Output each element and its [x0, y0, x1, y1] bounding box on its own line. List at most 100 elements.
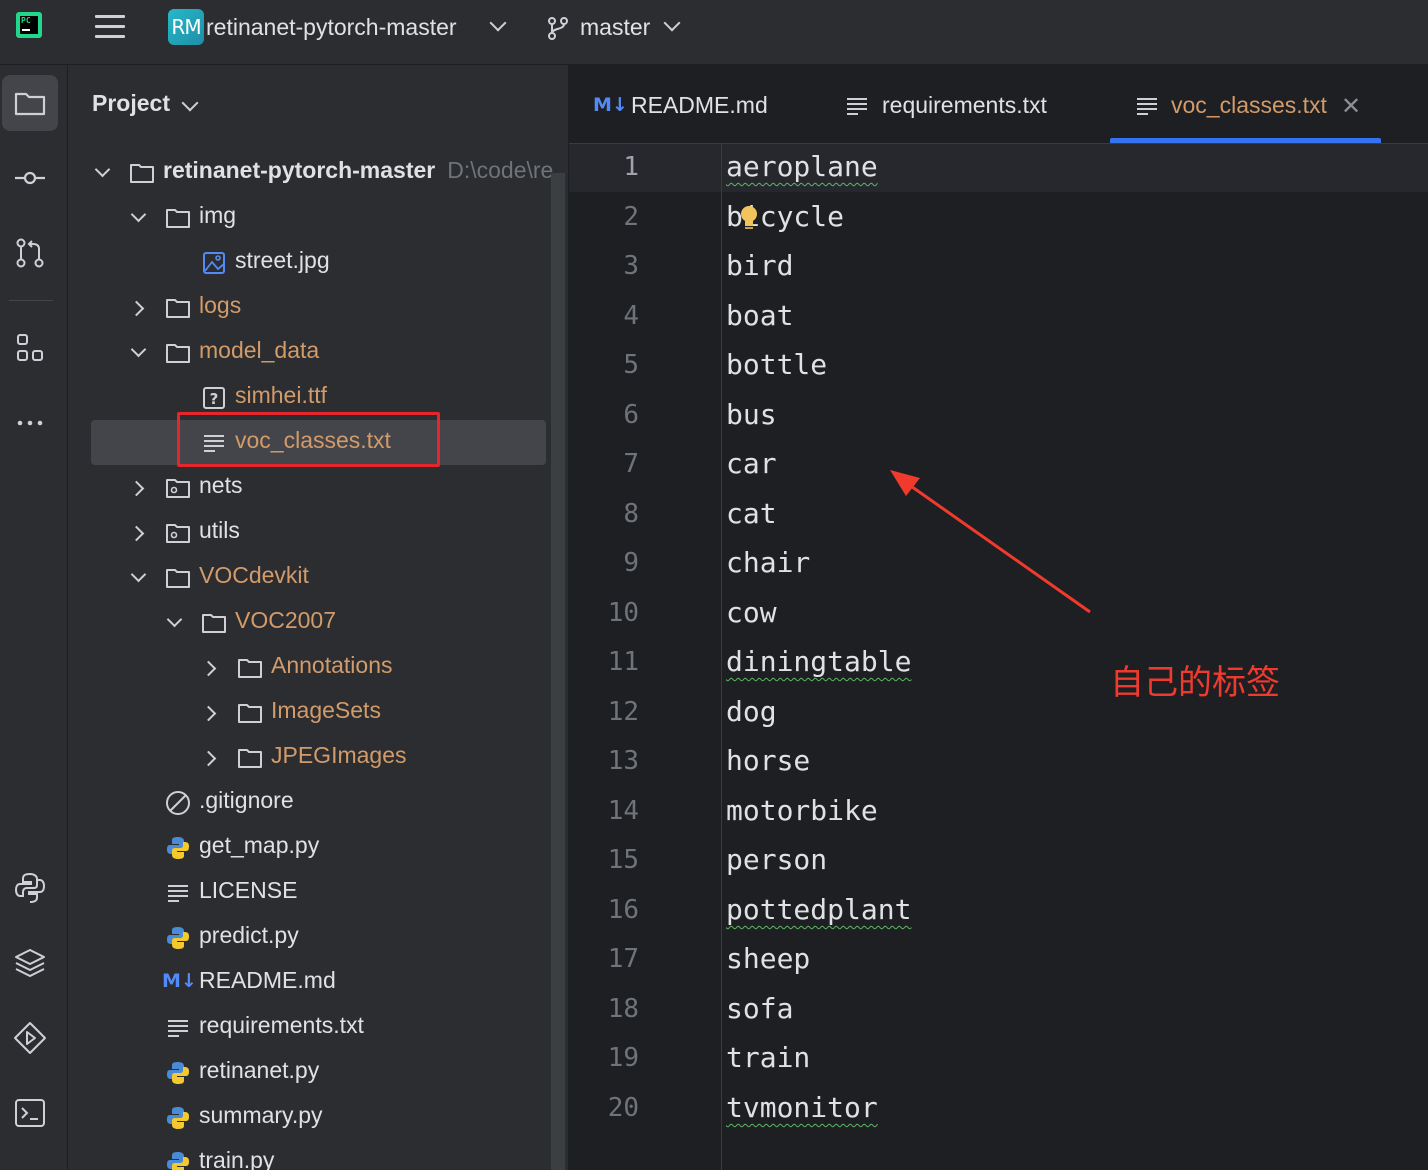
tree-item-label: get_map.py — [199, 832, 320, 858]
code-line: bus — [726, 398, 777, 431]
folder-icon — [238, 659, 262, 678]
tree-item-nets[interactable]: nets — [68, 465, 546, 510]
tab-voc-classes[interactable]: voc_classes.txt ✕ — [1110, 65, 1381, 143]
project-tool-button[interactable] — [2, 75, 58, 131]
tree-item-train-py[interactable]: train.py — [68, 1140, 546, 1170]
expand-toggle[interactable] — [200, 747, 222, 769]
close-icon[interactable]: ✕ — [1341, 92, 1361, 121]
chevron-down-icon[interactable] — [489, 14, 507, 32]
tree-item-imagesets[interactable]: ImageSets — [68, 690, 546, 735]
panel-title[interactable]: Project — [92, 90, 170, 117]
python-console-tool-button[interactable] — [2, 860, 58, 916]
structure-icon — [17, 334, 43, 361]
project-name-dropdown[interactable]: retinanet-pytorch-master — [206, 14, 457, 41]
expand-toggle[interactable] — [128, 342, 150, 364]
tree-item-label: .gitignore — [199, 787, 294, 813]
line-number: 13 — [607, 746, 639, 776]
tree-item-label: street.jpg — [235, 247, 330, 273]
expand-toggle[interactable] — [128, 567, 150, 589]
tree-item-gitignore[interactable]: .gitignore — [68, 780, 546, 825]
tab-label: requirements.txt — [882, 92, 1047, 118]
tree-item-jpegimages[interactable]: JPEGImages — [68, 735, 546, 780]
expand-toggle[interactable] — [92, 162, 114, 184]
tree-item-get-map-py[interactable]: get_map.py — [68, 825, 546, 870]
run-icon — [14, 1022, 46, 1054]
line-number: 2 — [623, 202, 639, 232]
terminal-icon — [15, 1099, 45, 1127]
expand-toggle[interactable] — [128, 297, 150, 319]
tree-item-utils[interactable]: utils — [68, 510, 546, 555]
layers-icon — [15, 949, 45, 977]
code-line: train — [726, 1041, 811, 1074]
tree-item-readme-md[interactable]: M↓ README.md — [68, 960, 546, 1005]
scrollbar[interactable] — [551, 173, 565, 1170]
python-file-icon — [167, 837, 189, 859]
tree-item-label: utils — [199, 517, 240, 543]
tree-item-voc-classes-txt[interactable]: voc_classes.txt — [91, 420, 546, 465]
tree-item-voc2007[interactable]: VOC2007 — [68, 600, 546, 645]
python-file-icon — [167, 1107, 189, 1129]
lightbulb-icon[interactable] — [739, 205, 759, 233]
commit-tool-button[interactable] — [2, 150, 58, 206]
chevron-down-icon[interactable] — [663, 14, 681, 32]
code-editor[interactable]: 1 2 3 4 5 6 7 8 9 10 11 12 13 14 15 16 1… — [569, 144, 1428, 1170]
pull-requests-tool-button[interactable] — [2, 225, 58, 281]
tree-item-label: LICENSE — [199, 877, 298, 903]
tree-item-model-data[interactable]: model_data — [68, 330, 546, 375]
code-line: pottedplant — [726, 893, 912, 926]
tree-item-requirements-txt[interactable]: requirements.txt — [68, 1005, 546, 1050]
tree-item-logs[interactable]: logs — [68, 285, 546, 330]
gutter-separator — [721, 144, 722, 1170]
tree-item-predict-py[interactable]: predict.py — [68, 915, 546, 960]
code-line: diningtable — [726, 645, 912, 678]
pycharm-logo-icon[interactable]: PC — [16, 12, 42, 38]
expand-toggle[interactable] — [128, 522, 150, 544]
editor-tab-bar: M↓ README.md requirements.txt voc_classe… — [569, 65, 1428, 144]
line-number: 7 — [623, 449, 639, 479]
tree-item-retinanet-py[interactable]: retinanet.py — [68, 1050, 546, 1095]
line-number: 9 — [623, 548, 639, 578]
folder-icon — [14, 92, 46, 116]
line-number: 1 — [623, 152, 639, 182]
text-file-icon — [168, 885, 188, 902]
tree-item-img[interactable]: img — [68, 195, 546, 240]
git-branch-icon[interactable] — [547, 16, 569, 40]
tree-item-license[interactable]: LICENSE — [68, 870, 546, 915]
tree-item-simhei-ttf[interactable]: ? simhei.ttf — [68, 375, 546, 420]
tree-item-label: model_data — [199, 337, 320, 363]
tab-requirements[interactable]: requirements.txt — [846, 65, 1066, 143]
project-badge[interactable]: RM — [168, 9, 204, 45]
main-menu-button[interactable] — [93, 12, 127, 42]
tree-item-label: voc_classes.txt — [235, 427, 391, 453]
line-number: 10 — [607, 598, 639, 628]
expand-toggle[interactable] — [164, 612, 186, 634]
expand-toggle[interactable] — [128, 207, 150, 229]
tree-item-annotations[interactable]: Annotations — [68, 645, 546, 690]
expand-toggle[interactable] — [200, 657, 222, 679]
tree-item-label: VOC2007 — [235, 607, 337, 633]
current-line-highlight — [569, 144, 1428, 192]
tab-readme[interactable]: M↓ README.md — [591, 65, 791, 143]
tree-item-label: img — [199, 202, 237, 228]
python-file-icon — [167, 927, 189, 949]
layers-tool-button[interactable] — [2, 935, 58, 991]
terminal-tool-button[interactable] — [2, 1085, 58, 1141]
python-file-icon — [167, 1152, 189, 1170]
run-tool-button[interactable] — [2, 1010, 58, 1066]
tree-item-vocdevkit[interactable]: VOCdevkit — [68, 555, 546, 600]
folder-icon — [238, 749, 262, 768]
chevron-down-icon[interactable] — [181, 94, 199, 112]
tab-label: voc_classes.txt — [1171, 92, 1327, 118]
tree-item-summary-py[interactable]: summary.py — [68, 1095, 546, 1140]
tree-item-street-jpg[interactable]: street.jpg — [68, 240, 546, 285]
line-number: 11 — [607, 647, 639, 677]
expand-toggle[interactable] — [200, 702, 222, 724]
more-tools-button[interactable] — [2, 395, 58, 451]
code-line: bottle — [726, 348, 828, 381]
structure-tool-button[interactable] — [2, 320, 58, 376]
tree-root-row[interactable]: retinanet-pytorch-master D:\code\re — [68, 150, 553, 195]
more-icon — [17, 420, 43, 426]
code-line: boat — [726, 299, 794, 332]
expand-toggle[interactable] — [128, 477, 150, 499]
branch-dropdown[interactable]: master — [580, 14, 650, 41]
